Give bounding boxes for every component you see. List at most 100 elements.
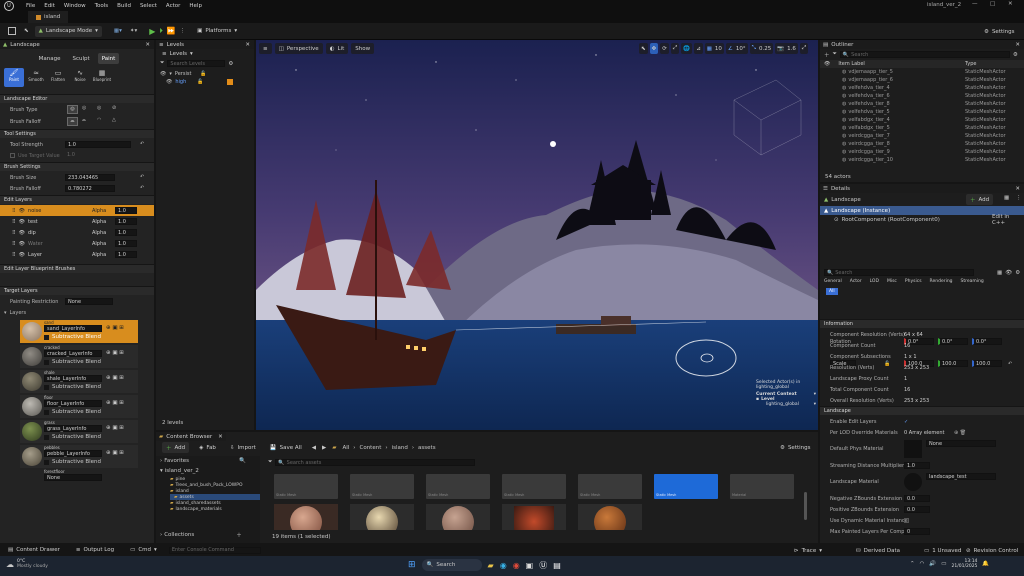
category-rendering[interactable]: Rendering bbox=[930, 279, 953, 284]
play-options-icon[interactable]: ⋮ bbox=[180, 28, 186, 34]
layer-browse-icon[interactable]: ⊕ ▣ ⊞ bbox=[106, 350, 124, 356]
edit-layer-row[interactable]: ⠿ 👁 Layer Alpha 1.0 bbox=[0, 249, 154, 260]
target-layer-card[interactable]: cracked cracked_LayerInfo ⊕ ▣ ⊞ Subtract… bbox=[20, 345, 138, 368]
tool-blueprint[interactable]: ▦ Blueprint bbox=[92, 68, 112, 87]
menu-window[interactable]: Window bbox=[64, 3, 86, 9]
level-tab[interactable]: island bbox=[28, 11, 69, 23]
outliner-row[interactable]: ◍ velfabdgx_tier_4 StaticMeshActor bbox=[820, 116, 1024, 124]
checkbox[interactable] bbox=[44, 334, 49, 340]
lit-button[interactable]: ◐ Lit bbox=[325, 43, 349, 54]
select-tool-icon[interactable]: ⬉ bbox=[639, 43, 648, 54]
checkbox-checked[interactable]: ✓ bbox=[904, 419, 908, 425]
lock-icon[interactable]: 🔓 bbox=[200, 71, 206, 77]
scale-snap-button[interactable]: ⤡ 0.25 bbox=[749, 43, 774, 54]
falloff-smooth-icon[interactable]: ⌓ bbox=[67, 117, 78, 126]
alpha-input[interactable]: 1.0 bbox=[115, 207, 137, 214]
reset-icon[interactable]: ↶ bbox=[140, 174, 144, 180]
target-layer-card[interactable]: grass grass_LayerInfo ⊕ ▣ ⊞ Subtractive … bbox=[20, 420, 138, 443]
menu-actor[interactable]: Actor bbox=[166, 3, 180, 9]
category-physics[interactable]: Physics bbox=[905, 279, 922, 284]
reset-icon[interactable]: ↶ bbox=[140, 185, 144, 191]
section-brush-settings[interactable]: Brush Settings bbox=[0, 162, 154, 171]
blueprint-icon[interactable]: ▦▾ bbox=[114, 28, 122, 34]
asset-tile[interactable]: Static Mesh bbox=[502, 474, 566, 499]
chrome-icon[interactable]: ◉ bbox=[513, 561, 520, 570]
fab-button[interactable]: ◈ Fab bbox=[195, 442, 220, 453]
tab-paint[interactable]: Paint bbox=[97, 53, 120, 64]
taskbar-search-box[interactable]: 🔍 Search bbox=[421, 559, 482, 571]
step-icon[interactable]: ⏵ bbox=[159, 27, 163, 36]
category-lod[interactable]: LOD bbox=[870, 279, 879, 284]
import-button[interactable]: ⇩ Import bbox=[226, 442, 260, 453]
material-preview[interactable] bbox=[578, 504, 642, 530]
asset-search-input[interactable]: 🔍 Search assets bbox=[275, 459, 476, 466]
project-root[interactable]: ▾ island_ver_2 bbox=[156, 466, 260, 476]
level-row-persistent[interactable]: 👁 ▾ Persist 🔓 bbox=[156, 70, 254, 78]
revision-control-button[interactable]: ⊘ Revision Control bbox=[962, 545, 1022, 556]
outliner-row[interactable]: ◍ velfehdva_tier_4 StaticMeshActor bbox=[820, 84, 1024, 92]
translate-tool-icon[interactable]: ✥ bbox=[649, 43, 659, 54]
visibility-icon[interactable]: 👁 bbox=[19, 208, 25, 214]
alpha-input[interactable]: 1.0 bbox=[115, 229, 137, 236]
settings-icon[interactable]: ⚙ bbox=[1015, 270, 1020, 276]
maximize-icon[interactable]: □ bbox=[990, 1, 995, 7]
tool-smooth[interactable]: ≈ Smooth bbox=[26, 68, 46, 87]
content-browser-tab[interactable]: ▰ Content Browser ✕ bbox=[156, 432, 226, 441]
epic-games-icon[interactable]: ▤ bbox=[553, 561, 561, 570]
output-log-button[interactable]: ≡ Output Log bbox=[72, 545, 118, 556]
layer-browse-icon[interactable]: ⊕ ▣ ⊞ bbox=[106, 425, 124, 431]
negative-zbounds-input[interactable]: 0.0 bbox=[904, 495, 930, 502]
filter-icon[interactable]: ⏷ bbox=[160, 60, 164, 67]
target-layer-card[interactable]: forestfloor None bbox=[42, 469, 138, 481]
outliner-row[interactable]: ◍ velfehdva_tier_8 StaticMeshActor bbox=[820, 100, 1024, 108]
browser-icon[interactable]: ◉ bbox=[500, 561, 507, 570]
grid-snap-button[interactable]: ▦ 10 bbox=[704, 43, 724, 54]
category-general[interactable]: General bbox=[824, 279, 842, 284]
root-component-row[interactable]: ⊙ RootComponent (RootComponent0) Edit in… bbox=[820, 214, 1024, 226]
windows-start-icon[interactable]: ⊞ bbox=[408, 560, 416, 570]
console-input[interactable]: Enter Console Command bbox=[168, 546, 261, 554]
add-element-icon[interactable]: ⊕ 🗑 bbox=[954, 430, 966, 436]
falloff-tip-icon[interactable]: △ bbox=[112, 117, 116, 123]
visibility-icon[interactable]: 👁 bbox=[19, 219, 25, 225]
layer-browse-icon[interactable]: ⊕ ▣ ⊞ bbox=[106, 450, 124, 456]
wifi-icon[interactable]: ◠ bbox=[920, 561, 925, 567]
close-tab-icon[interactable]: ✕ bbox=[1015, 42, 1020, 48]
settings-icon[interactable]: ⚙ bbox=[228, 61, 233, 67]
menu-build[interactable]: Build bbox=[117, 3, 131, 9]
breadcrumb-item[interactable]: All bbox=[342, 445, 349, 451]
menu-select[interactable]: Select bbox=[140, 3, 157, 9]
edit-in-cpp-link[interactable]: Edit in C++ bbox=[992, 214, 1024, 226]
battery-icon[interactable]: ▭ bbox=[941, 561, 946, 567]
asset-tile[interactable]: Static Mesh bbox=[274, 474, 338, 499]
falloff-spherical-icon[interactable]: ◠ bbox=[97, 117, 101, 123]
outliner-tab[interactable]: ▤ Outliner ✕ bbox=[820, 40, 1024, 49]
scrollbar[interactable] bbox=[804, 492, 807, 520]
brush-size-input[interactable]: 233.043465 bbox=[65, 174, 115, 181]
levels-tab[interactable]: ≡ Levels ✕ bbox=[156, 40, 254, 49]
layer-info-select[interactable]: shale_LayerInfo bbox=[44, 375, 102, 382]
menu-file[interactable]: File bbox=[26, 3, 35, 9]
rotate-tool-icon[interactable]: ⟳ bbox=[660, 43, 669, 54]
positive-zbounds-input[interactable]: 0.0 bbox=[904, 506, 930, 513]
section-landscape[interactable]: Landscape bbox=[820, 406, 1024, 415]
brush-falloff-input[interactable]: 0.780272 bbox=[65, 185, 115, 192]
reset-icon[interactable]: ↶ bbox=[140, 141, 144, 147]
content-settings-button[interactable]: ⚙ Settings bbox=[776, 442, 815, 453]
details-tab[interactable]: ☰ Details ✕ bbox=[820, 184, 1024, 193]
mode-dropdown[interactable]: ▲ Landscape Mode ▾ bbox=[34, 25, 102, 37]
more-icon[interactable]: ⋮ bbox=[1016, 195, 1022, 201]
asset-tile-selected[interactable]: Static Mesh bbox=[654, 474, 718, 499]
lock-icon[interactable]: 🔓 bbox=[197, 79, 203, 85]
material-preview[interactable] bbox=[274, 504, 338, 530]
checkbox[interactable] bbox=[44, 384, 49, 390]
scale-tool-icon[interactable]: ⤢ bbox=[670, 43, 680, 54]
file-explorer-icon[interactable]: ▰ bbox=[488, 561, 494, 570]
tool-strength-input[interactable]: 1.0 bbox=[65, 141, 131, 148]
target-layer-card[interactable]: shale shale_LayerInfo ⊕ ▣ ⊞ Subtractive … bbox=[20, 370, 138, 393]
add-icon[interactable]: ＋ bbox=[824, 51, 830, 59]
category-streaming[interactable]: Streaming bbox=[961, 279, 984, 284]
visibility-icon[interactable]: 👁 bbox=[160, 71, 166, 77]
unreal-logo-icon[interactable]: U bbox=[4, 0, 14, 11]
brush-alpha-icon[interactable]: ◎ bbox=[82, 105, 86, 111]
